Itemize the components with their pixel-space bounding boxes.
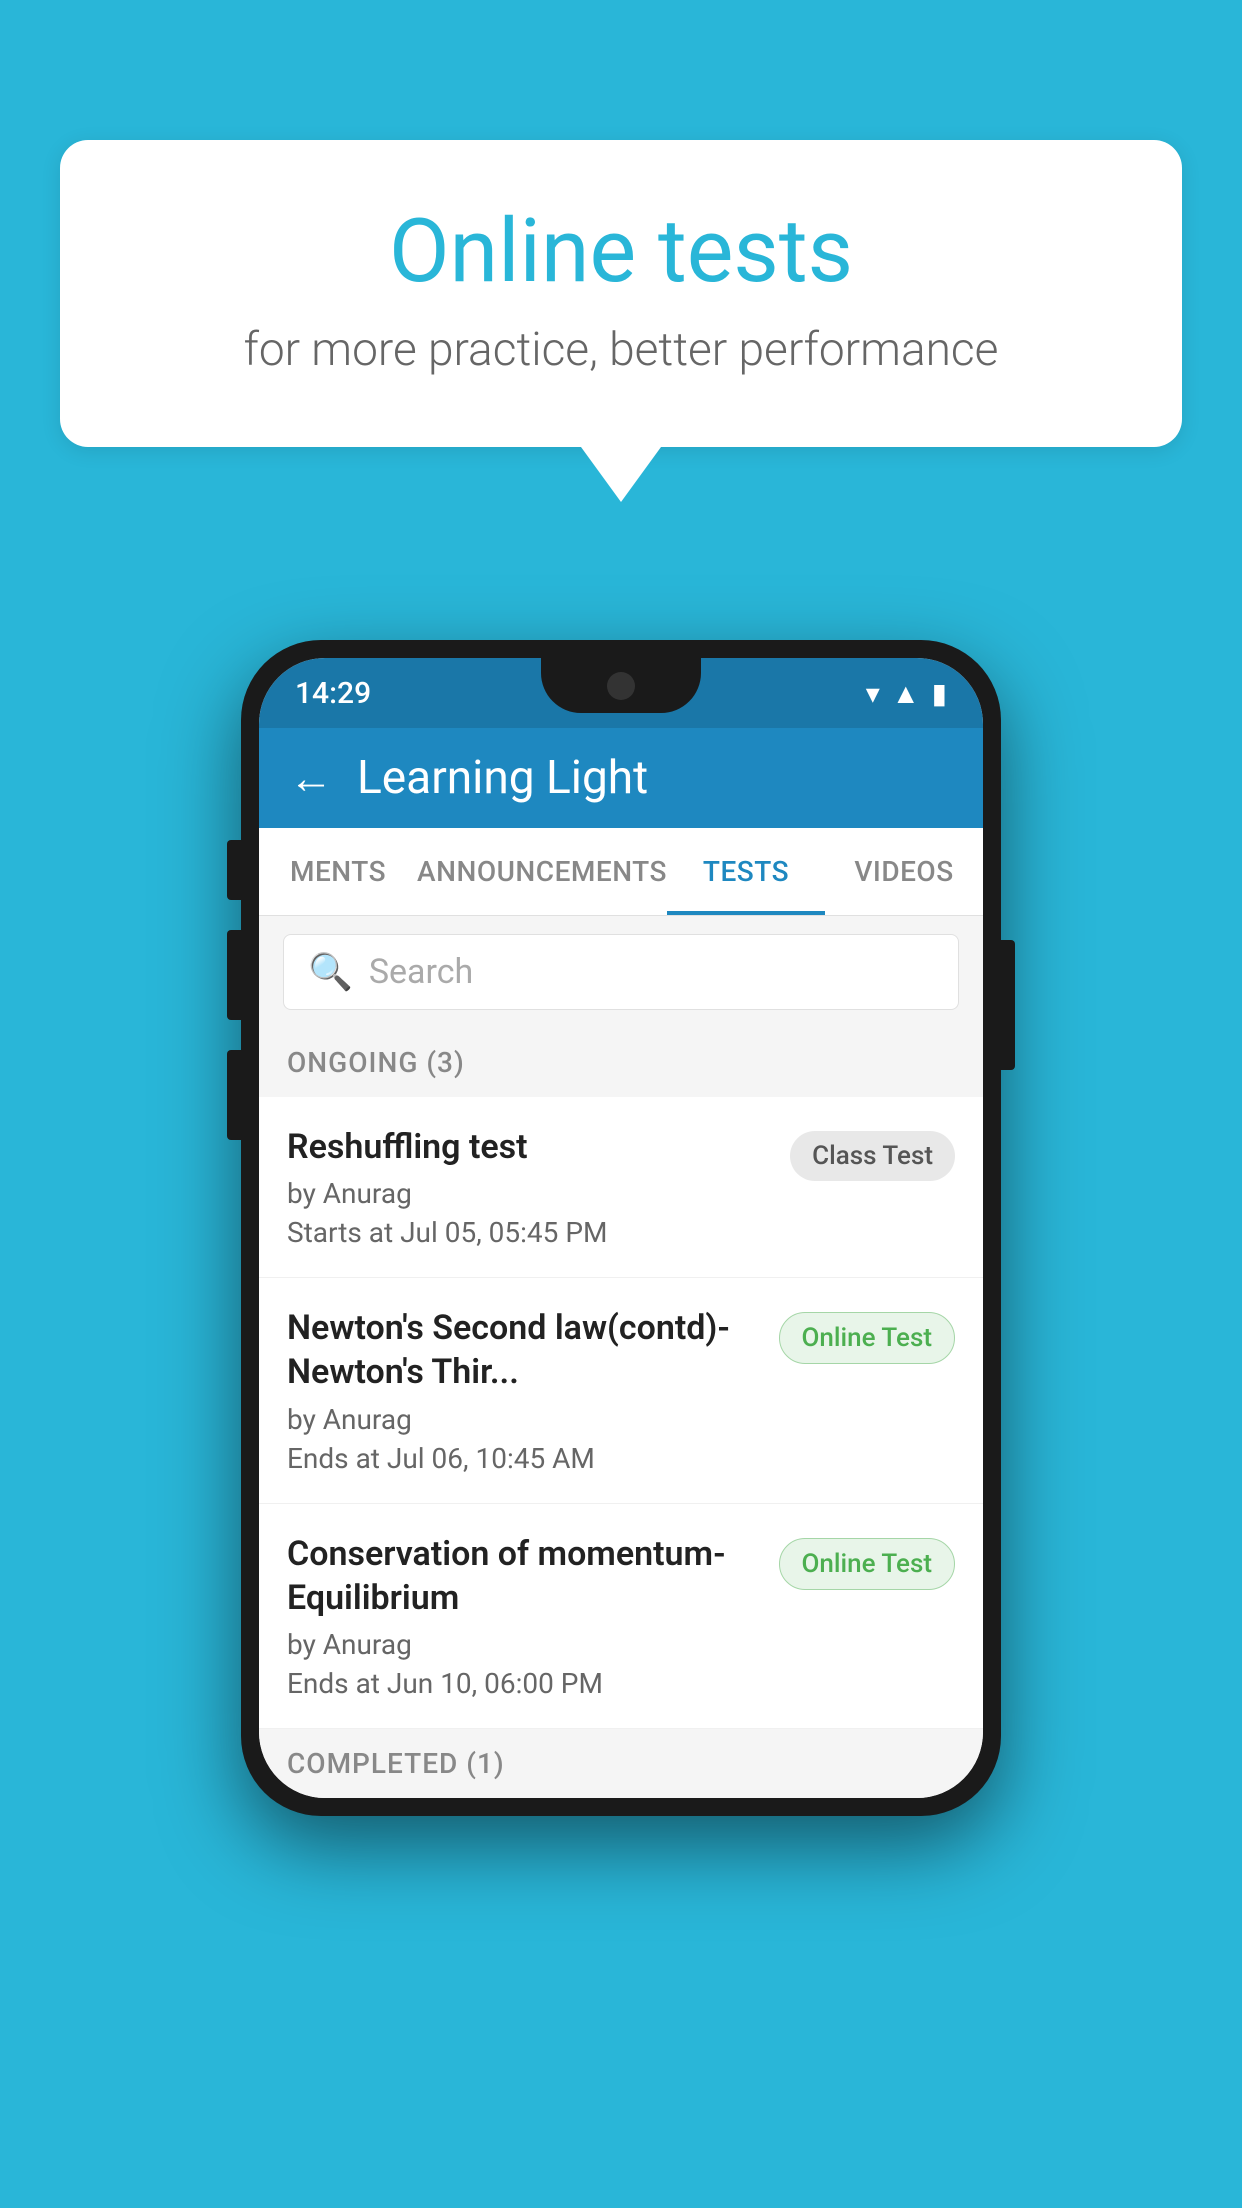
back-button[interactable]: ← — [289, 752, 333, 804]
test-info: Reshuffling test by Anurag Starts at Jul… — [287, 1125, 770, 1249]
promo-subtitle: for more practice, better performance — [140, 323, 1102, 377]
tabs-bar: MENTS ANNOUNCEMENTS TESTS VIDEOS — [259, 828, 983, 916]
search-placeholder: Search — [369, 952, 934, 992]
phone-outer: 14:29 ▾ ▲ ▮ ← Learning Light MENTS ANNOU… — [241, 640, 1001, 1816]
ongoing-label: ONGOING (3) — [287, 1046, 465, 1079]
phone-screen: 14:29 ▾ ▲ ▮ ← Learning Light MENTS ANNOU… — [259, 658, 983, 1798]
test-item[interactable]: Reshuffling test by Anurag Starts at Jul… — [259, 1097, 983, 1278]
test-date: Ends at Jul 06, 10:45 AM — [287, 1442, 759, 1475]
side-button-extra — [227, 1050, 241, 1140]
test-info: Conservation of momentum-Equilibrium by … — [287, 1532, 759, 1700]
test-badge-online: Online Test — [779, 1312, 956, 1364]
test-date: Starts at Jul 05, 05:45 PM — [287, 1216, 770, 1249]
test-name: Reshuffling test — [287, 1125, 770, 1169]
completed-label: COMPLETED (1) — [287, 1747, 505, 1780]
tab-announcements[interactable]: ANNOUNCEMENTS — [417, 828, 667, 915]
test-date: Ends at Jun 10, 06:00 PM — [287, 1667, 759, 1700]
notch — [541, 658, 701, 713]
ongoing-section-header: ONGOING (3) — [259, 1028, 983, 1097]
tab-tests[interactable]: TESTS — [667, 828, 825, 915]
promo-section: Online tests for more practice, better p… — [60, 140, 1182, 502]
status-icons: ▾ ▲ ▮ — [866, 677, 947, 710]
battery-icon: ▮ — [932, 677, 947, 710]
test-badge-online: Online Test — [779, 1538, 956, 1590]
tab-ments[interactable]: MENTS — [259, 828, 417, 915]
wifi-icon: ▾ — [866, 677, 880, 710]
search-bar[interactable]: 🔍 Search — [283, 934, 959, 1010]
side-button-volume-down — [227, 930, 241, 1020]
app-title: Learning Light — [357, 751, 648, 805]
signal-icon: ▲ — [892, 677, 920, 710]
app-bar: ← Learning Light — [259, 728, 983, 828]
phone-mockup: 14:29 ▾ ▲ ▮ ← Learning Light MENTS ANNOU… — [241, 640, 1001, 1816]
test-author: by Anurag — [287, 1628, 759, 1661]
test-item[interactable]: Conservation of momentum-Equilibrium by … — [259, 1504, 983, 1729]
test-info: Newton's Second law(contd)-Newton's Thir… — [287, 1306, 759, 1474]
test-item[interactable]: Newton's Second law(contd)-Newton's Thir… — [259, 1278, 983, 1503]
notch-camera — [607, 672, 635, 700]
promo-title: Online tests — [140, 200, 1102, 303]
test-name: Conservation of momentum-Equilibrium — [287, 1532, 759, 1620]
tab-videos[interactable]: VIDEOS — [825, 828, 983, 915]
test-author: by Anurag — [287, 1403, 759, 1436]
status-time: 14:29 — [295, 676, 371, 711]
test-badge-class: Class Test — [790, 1131, 955, 1181]
search-icon: 🔍 — [308, 951, 353, 993]
search-wrapper: 🔍 Search — [259, 916, 983, 1028]
completed-section-header: COMPLETED (1) — [259, 1729, 983, 1798]
side-button-volume-up — [227, 840, 241, 900]
side-button-power — [1001, 940, 1015, 1070]
test-author: by Anurag — [287, 1177, 770, 1210]
test-name: Newton's Second law(contd)-Newton's Thir… — [287, 1306, 759, 1394]
speech-bubble: Online tests for more practice, better p… — [60, 140, 1182, 447]
status-bar: 14:29 ▾ ▲ ▮ — [259, 658, 983, 728]
speech-bubble-arrow — [581, 447, 661, 502]
